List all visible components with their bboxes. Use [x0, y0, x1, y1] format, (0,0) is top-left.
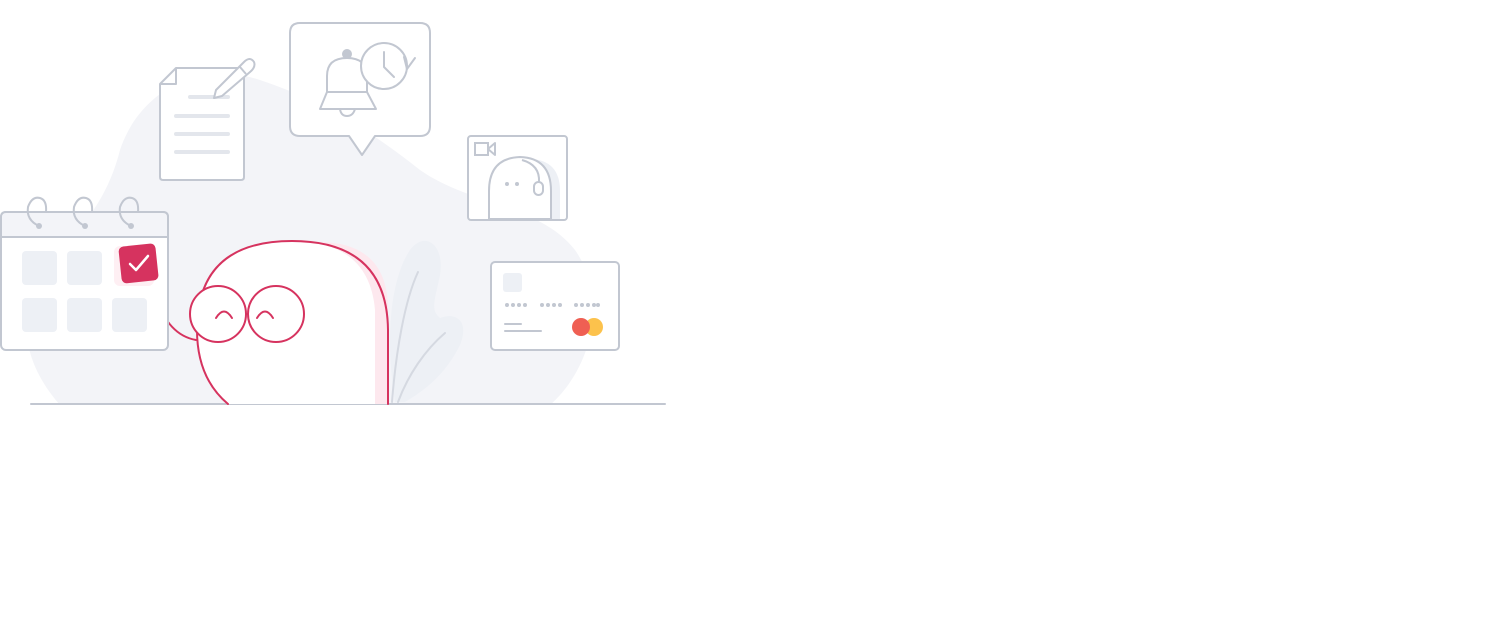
video-call-icon — [467, 135, 568, 221]
calendar-icon — [0, 196, 169, 351]
illustration — [0, 22, 666, 405]
notification-bubble — [289, 22, 431, 156]
checked-day-tile — [118, 243, 159, 284]
credit-card-icon — [490, 261, 620, 351]
